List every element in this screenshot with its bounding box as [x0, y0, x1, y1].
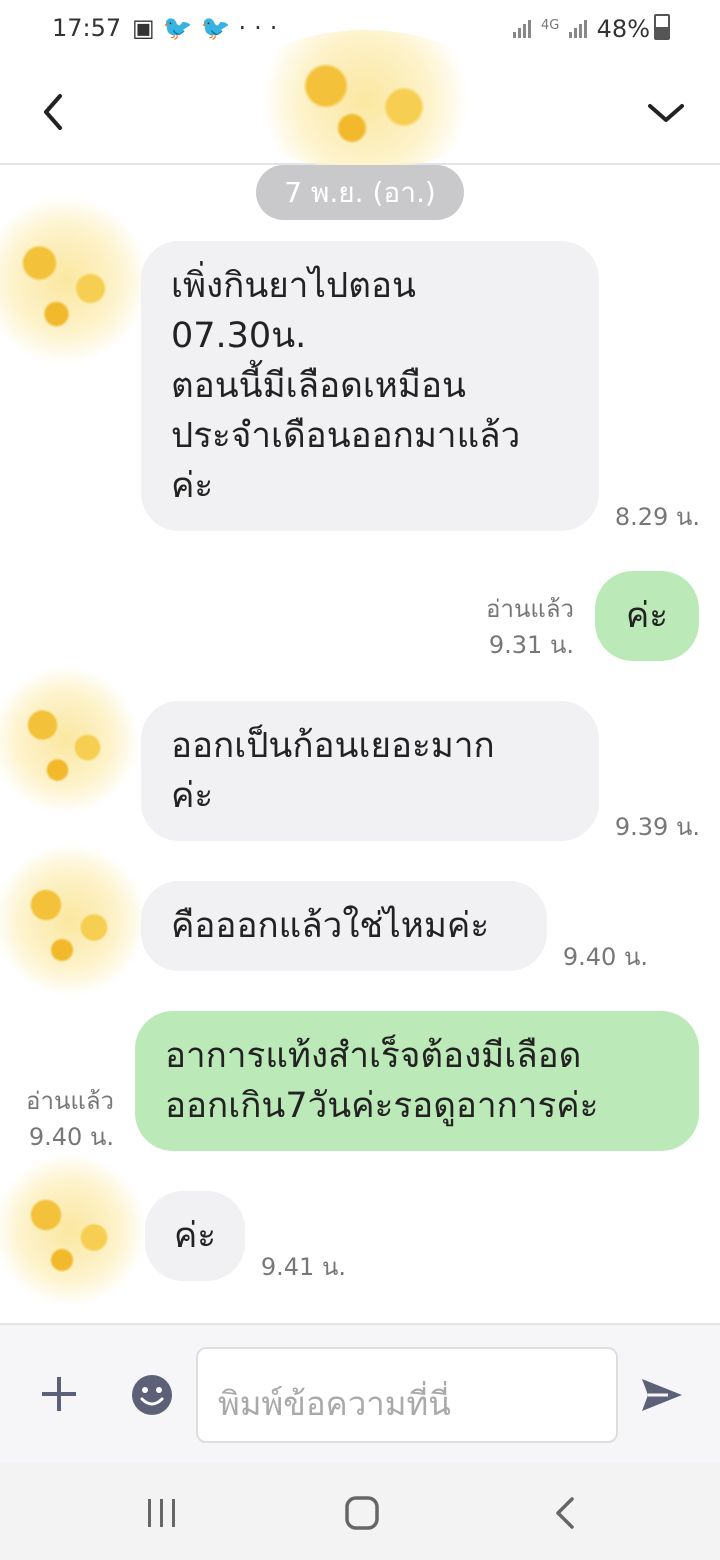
date-separator: 7 พ.ย. (อา.) — [256, 165, 464, 220]
message-line: ค่ะ — [171, 466, 214, 506]
message-line: ค่ะ — [173, 1216, 217, 1256]
flower-decoration — [235, 30, 495, 170]
recent-apps-button[interactable] — [140, 1493, 184, 1533]
message-line: เพิ่งกินยาไปตอน — [171, 266, 416, 306]
status-time: 17:57 — [52, 14, 122, 42]
smiley-icon — [132, 1375, 172, 1415]
system-back-button[interactable] — [544, 1491, 588, 1535]
message-input[interactable]: พิมพ์ข้อความที่นี่ — [196, 1347, 618, 1443]
send-button[interactable] — [638, 1371, 686, 1419]
back-arrow-icon — [556, 1497, 574, 1529]
message-composer: พิมพ์ข้อความที่นี่ — [0, 1323, 720, 1465]
chat-messages[interactable]: 7 พ.ย. (อา.) เพิ่งกินยาไปตอน 07.30น. ตอน… — [0, 165, 720, 1323]
menu-toggle-button[interactable] — [638, 84, 694, 140]
message-line: ออกเป็นก้อนเยอะมาก — [171, 726, 495, 766]
gallery-icon: ▣ — [132, 14, 163, 42]
twitter-icon: 🐦 — [162, 14, 201, 42]
incoming-message[interactable]: เพิ่งกินยาไปตอน 07.30น. ตอนนี้มีเลือดเหม… — [141, 241, 599, 531]
system-nav-bar — [0, 1463, 720, 1560]
outgoing-message[interactable]: อาการแท้งสำเร็จต้องมีเลือด ออกเกิน7วันค่… — [135, 1011, 699, 1151]
message-line: อาการแท้งสำเร็จต้องมีเลือด — [165, 1036, 582, 1076]
plus-icon — [42, 1377, 76, 1411]
send-icon — [642, 1379, 682, 1411]
emoji-button[interactable] — [130, 1373, 174, 1417]
flower-decoration — [0, 195, 150, 365]
chat-header — [0, 30, 720, 170]
chevron-down-icon — [648, 104, 684, 122]
message-line: ค่ะ — [625, 596, 669, 636]
notification-icons: ▣🐦🐦··· — [132, 14, 285, 42]
read-receipt: อ่านแล้ว — [486, 595, 574, 623]
message-line: ค่ะ — [171, 776, 214, 816]
message-line: ตอนนี้มีเลือดเหมือน — [171, 366, 466, 406]
input-placeholder: พิมพ์ข้อความที่นี่ — [218, 1384, 451, 1423]
home-button[interactable] — [340, 1491, 384, 1535]
flower-decoration — [0, 1155, 150, 1305]
message-line: 07.30น. — [171, 316, 307, 356]
status-right: 4G 48% — [511, 14, 670, 43]
signal-icon — [569, 20, 588, 38]
message-time: 8.29 น. — [614, 503, 700, 531]
message-line: ประจำเดือนออกมาแล้ว — [171, 416, 521, 456]
incoming-message[interactable]: ค่ะ — [145, 1191, 245, 1281]
outgoing-message[interactable]: ค่ะ — [595, 571, 699, 661]
message-time: 9.31 น. — [488, 631, 574, 659]
more-icon: ··· — [238, 14, 286, 42]
message-time: 9.39 น. — [614, 813, 700, 841]
battery-percent: 48% — [596, 15, 650, 43]
battery-icon — [654, 14, 670, 40]
message-line: คือออกแล้วใช่ไหมค่ะ — [171, 906, 490, 946]
chevron-left-icon — [44, 94, 62, 130]
flower-decoration — [0, 845, 150, 995]
recent-apps-icon — [148, 1499, 175, 1527]
back-button[interactable] — [26, 84, 82, 140]
twitter-icon: 🐦 — [200, 14, 239, 42]
network-type: 4G — [541, 18, 560, 33]
message-time: 9.40 น. — [562, 943, 648, 971]
message-time: 9.40 น. — [28, 1123, 114, 1151]
flower-decoration — [0, 665, 140, 815]
signal-icon — [513, 20, 532, 38]
incoming-message[interactable]: คือออกแล้วใช่ไหมค่ะ — [141, 881, 547, 971]
home-icon — [345, 1496, 379, 1530]
incoming-message[interactable]: ออกเป็นก้อนเยอะมาก ค่ะ — [141, 701, 599, 841]
add-button[interactable] — [34, 1369, 84, 1419]
message-line: ออกเกิน7วันค่ะรอดูอาการค่ะ — [165, 1086, 599, 1126]
read-receipt: อ่านแล้ว — [26, 1087, 114, 1115]
message-time: 9.41 น. — [260, 1253, 346, 1281]
